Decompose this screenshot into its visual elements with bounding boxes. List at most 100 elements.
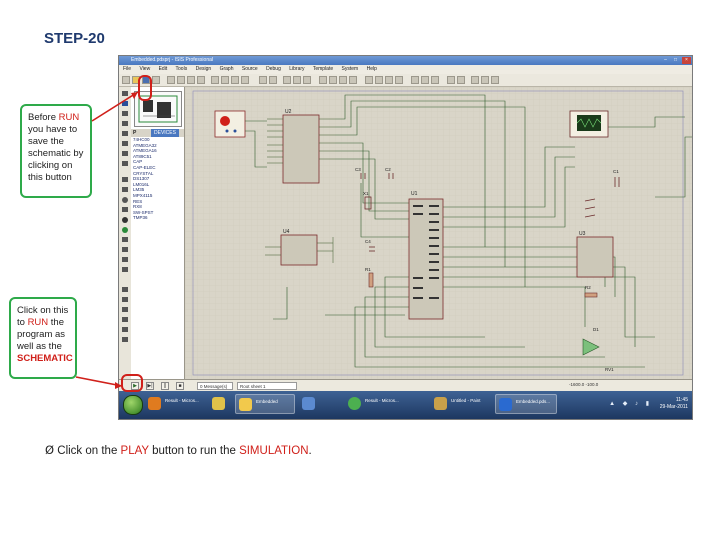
packaging-icon[interactable] bbox=[385, 76, 393, 84]
system-tray-icons[interactable]: ▲ ◆ ♪ ▮ bbox=[609, 400, 652, 407]
stop-button[interactable]: ■ bbox=[176, 382, 184, 390]
block-move-icon[interactable] bbox=[329, 76, 337, 84]
rv1-label: RV1 bbox=[605, 367, 614, 372]
redo-icon[interactable] bbox=[269, 76, 277, 84]
zoom-area-icon[interactable] bbox=[241, 76, 249, 84]
zoom-all-icon[interactable] bbox=[231, 76, 239, 84]
menu-bar: File View Edit Tools Design Graph Source… bbox=[119, 65, 692, 74]
devices-tab[interactable]: DEVICES bbox=[151, 129, 179, 137]
toolbar bbox=[119, 74, 692, 87]
menu-design[interactable]: Design bbox=[196, 66, 212, 72]
schematic-drawing: U2 U1 X1 C3 C2 C4 R1 U4 C1 U3 R2 D1 RV1 bbox=[185, 87, 692, 379]
taskbar-item[interactable]: Embedded bbox=[235, 394, 295, 414]
taskbar-item[interactable]: Result - Micros... bbox=[345, 394, 405, 414]
sensor-component bbox=[214, 110, 246, 138]
u1-label: U1 bbox=[411, 191, 418, 197]
r2-label: R2 bbox=[585, 285, 591, 290]
run-callout: Click on this to RUN the program as well… bbox=[9, 297, 77, 379]
slide-title: STEP-20 bbox=[44, 30, 105, 47]
save-callout: Before RUN you have to save the schemati… bbox=[20, 104, 92, 198]
menu-edit[interactable]: Edit bbox=[159, 66, 168, 72]
minimize-button[interactable]: – bbox=[661, 57, 670, 64]
menu-source[interactable]: Source bbox=[242, 66, 258, 72]
new-sheet-icon[interactable] bbox=[447, 76, 455, 84]
pause-button[interactable]: || bbox=[161, 382, 169, 390]
taskbar-item[interactable] bbox=[299, 394, 321, 414]
r1-label: R1 bbox=[365, 267, 371, 272]
device-item[interactable]: CAP-ELEC bbox=[133, 165, 157, 171]
menu-file[interactable]: File bbox=[123, 66, 131, 72]
taskbar-item[interactable]: Embedded.pds... bbox=[495, 394, 557, 414]
u3-label: U3 bbox=[579, 231, 586, 237]
sheet-status: Root sheet 1 bbox=[237, 382, 297, 390]
undo-icon[interactable] bbox=[259, 76, 267, 84]
pan-icon[interactable] bbox=[197, 76, 205, 84]
window-titlebar: Embedded.pdsprj - ISIS Professional – □ … bbox=[119, 56, 692, 65]
isis-screenshot: Embedded.pdsprj - ISIS Professional – □ … bbox=[118, 55, 693, 420]
wire-autorouter-icon[interactable] bbox=[411, 76, 419, 84]
cut-icon[interactable] bbox=[283, 76, 291, 84]
isis-icon bbox=[499, 398, 512, 411]
remove-sheet-icon[interactable] bbox=[457, 76, 465, 84]
print-icon[interactable] bbox=[152, 76, 160, 84]
app-icon bbox=[212, 397, 225, 410]
netlist-to-ares-icon[interactable] bbox=[491, 76, 499, 84]
step-button[interactable]: ▶| bbox=[146, 382, 154, 390]
clock[interactable]: 11:45 29-Mar-2011 bbox=[660, 397, 688, 411]
bill-of-materials-icon[interactable] bbox=[471, 76, 479, 84]
paste-icon[interactable] bbox=[303, 76, 311, 84]
folder-icon bbox=[239, 398, 252, 411]
make-device-icon[interactable] bbox=[375, 76, 383, 84]
save-button-highlight bbox=[138, 75, 152, 101]
taskbar-item[interactable]: Untitled - Paint bbox=[431, 394, 489, 414]
device-item[interactable]: ATMEGA16 bbox=[133, 148, 157, 154]
c4-label: C4 bbox=[365, 239, 371, 244]
search-icon[interactable] bbox=[421, 76, 429, 84]
x1-label: X1 bbox=[363, 191, 369, 196]
zoom-in-icon[interactable] bbox=[211, 76, 219, 84]
callout-text: Before RUN you have to save the schemati… bbox=[28, 112, 84, 183]
new-file-icon[interactable] bbox=[122, 76, 130, 84]
taskbar-item[interactable]: Result - Micros... bbox=[145, 394, 205, 414]
coordinate-readout: -1600.0 -100.0 bbox=[569, 382, 599, 387]
copy-icon[interactable] bbox=[293, 76, 301, 84]
grid-icon[interactable] bbox=[177, 76, 185, 84]
zoom-out-icon[interactable] bbox=[221, 76, 229, 84]
start-button[interactable] bbox=[123, 395, 143, 415]
property-assign-icon[interactable] bbox=[431, 76, 439, 84]
menu-view[interactable]: View bbox=[139, 66, 150, 72]
pick-devices-button[interactable]: P bbox=[133, 129, 136, 137]
maximize-button[interactable]: □ bbox=[671, 57, 680, 64]
c2-label: C2 bbox=[385, 167, 391, 172]
device-selector-header: P DEVICES bbox=[131, 129, 184, 137]
device-selector-panel: P DEVICES 74HC00 ATMEGA32 ATMEGA16 AT89C… bbox=[131, 87, 185, 387]
close-button[interactable]: × bbox=[682, 57, 691, 64]
block-delete-icon[interactable] bbox=[349, 76, 357, 84]
menu-graph[interactable]: Graph bbox=[220, 66, 234, 72]
play-button-highlight bbox=[121, 374, 143, 392]
taskbar-item[interactable] bbox=[209, 394, 231, 414]
mode-tool-icons[interactable] bbox=[119, 87, 131, 387]
chrome-icon bbox=[348, 397, 361, 410]
menu-debug[interactable]: Debug bbox=[266, 66, 281, 72]
block-rotate-icon[interactable] bbox=[339, 76, 347, 84]
instruction-bullet: Ø Click on the PLAY button to run the SI… bbox=[45, 443, 312, 457]
refresh-icon[interactable] bbox=[167, 76, 175, 84]
message-count[interactable]: 0 Message(s) bbox=[197, 382, 233, 390]
device-item[interactable]: TMP36 bbox=[133, 215, 157, 221]
menu-tools[interactable]: Tools bbox=[176, 66, 188, 72]
menu-template[interactable]: Template bbox=[313, 66, 333, 72]
pick-device-icon[interactable] bbox=[365, 76, 373, 84]
decompose-icon[interactable] bbox=[395, 76, 403, 84]
menu-library[interactable]: Library bbox=[289, 66, 304, 72]
media-icon bbox=[302, 397, 315, 410]
erc-icon[interactable] bbox=[481, 76, 489, 84]
schematic-canvas[interactable]: U2 U1 X1 C3 C2 C4 R1 U4 C1 U3 R2 D1 RV1 bbox=[185, 87, 692, 387]
browser-icon bbox=[148, 397, 161, 410]
windows-taskbar: Result - Micros... Embedded Result - Mic… bbox=[119, 391, 692, 419]
origin-icon[interactable] bbox=[187, 76, 195, 84]
menu-help[interactable]: Help bbox=[367, 66, 377, 72]
c1-label: C1 bbox=[613, 169, 619, 174]
block-copy-icon[interactable] bbox=[319, 76, 327, 84]
menu-system[interactable]: System bbox=[342, 66, 359, 72]
